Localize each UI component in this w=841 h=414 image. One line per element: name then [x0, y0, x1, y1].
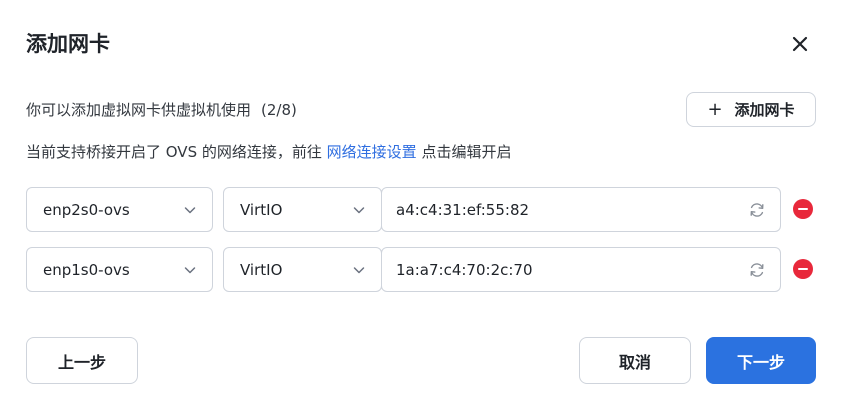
chevron-down-icon	[184, 207, 196, 214]
chevron-down-icon	[184, 267, 196, 274]
remove-circle-icon	[798, 207, 808, 211]
add-nic-button[interactable]: + 添加网卡	[686, 92, 816, 127]
refresh-icon[interactable]	[748, 201, 766, 219]
close-button[interactable]	[786, 30, 814, 58]
refresh-icon[interactable]	[748, 261, 766, 279]
nic-row: enp1s0-ovs VirtIO	[26, 247, 821, 292]
remove-nic-button[interactable]	[793, 199, 813, 219]
chevron-down-icon	[353, 207, 365, 214]
notice-suffix: 点击编辑开启	[421, 143, 512, 161]
nic-row: enp2s0-ovs VirtIO	[26, 187, 821, 232]
interface-select[interactable]: enp1s0-ovs	[26, 247, 213, 292]
interface-value: enp2s0-ovs	[43, 200, 130, 219]
ovs-notice: 当前支持桥接开启了 OVS 的网络连接，前往 网络连接设置 点击编辑开启	[26, 141, 511, 163]
interface-value: enp1s0-ovs	[43, 260, 130, 279]
cancel-button[interactable]: 取消	[579, 337, 691, 384]
nic-count: (2/8)	[261, 101, 297, 119]
model-select[interactable]: VirtIO	[223, 187, 382, 232]
mac-address-field	[381, 247, 781, 292]
interface-select[interactable]: enp2s0-ovs	[26, 187, 213, 232]
add-nic-dialog: 添加网卡 你可以添加虚拟网卡供虚拟机使用 (2/8) + 添加网卡 当前支持桥接开…	[0, 0, 841, 414]
next-step-button[interactable]: 下一步	[706, 337, 816, 384]
mac-address-input[interactable]	[396, 260, 726, 279]
description-text: 你可以添加虚拟网卡供虚拟机使用	[26, 101, 252, 119]
plus-icon: +	[707, 98, 723, 120]
model-select[interactable]: VirtIO	[223, 247, 382, 292]
chevron-down-icon	[353, 267, 365, 274]
model-value: VirtIO	[240, 260, 283, 279]
dialog-title: 添加网卡	[26, 32, 110, 56]
dialog-description: 你可以添加虚拟网卡供虚拟机使用 (2/8)	[26, 99, 297, 121]
mac-address-input[interactable]	[396, 200, 726, 219]
mac-address-field	[381, 187, 781, 232]
previous-step-button[interactable]: 上一步	[26, 337, 138, 384]
add-nic-button-label: 添加网卡	[734, 101, 795, 119]
notice-prefix: 当前支持桥接开启了 OVS 的网络连接，前往	[26, 143, 322, 161]
remove-nic-button[interactable]	[793, 259, 813, 279]
remove-circle-icon	[798, 267, 808, 271]
close-icon	[792, 36, 808, 52]
network-settings-link[interactable]: 网络连接设置	[327, 143, 417, 161]
model-value: VirtIO	[240, 200, 283, 219]
